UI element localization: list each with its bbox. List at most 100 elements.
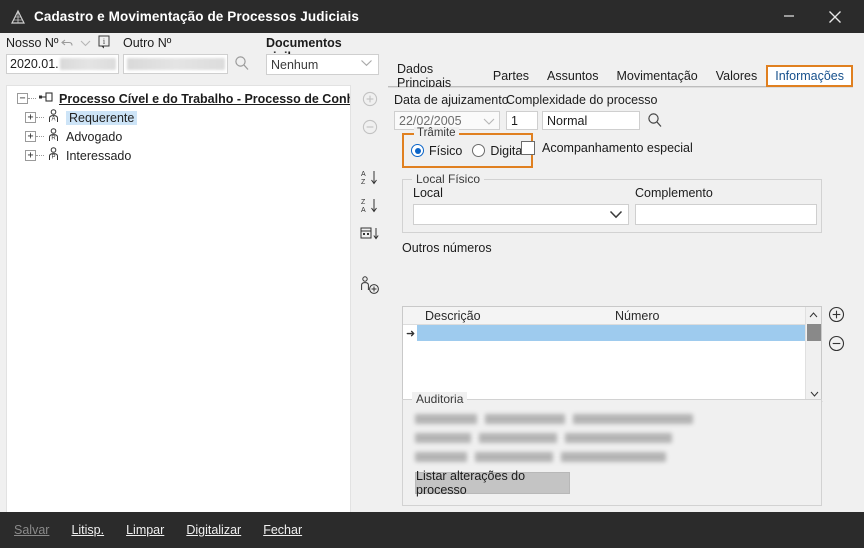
auditoria-line-1 (415, 414, 693, 424)
grid-header-row: Descrição Número (403, 307, 821, 325)
parties-tree-panel[interactable]: − Processo Cível e do Trabalho - Process… (6, 85, 351, 515)
outros-numeros-add-button[interactable] (828, 306, 845, 326)
outro-numero-redacted (127, 58, 225, 70)
acompanhamento-especial-label: Acompanhamento especial (542, 141, 693, 155)
tramite-fisico-label: Físico (429, 143, 463, 158)
salvar-button[interactable]: Salvar (14, 523, 49, 537)
tramite-digital-label: Digital (490, 143, 526, 158)
tab-label: Dados Principais (397, 62, 452, 90)
complexidade-desc-value: Normal (547, 113, 588, 128)
listar-alteracoes-label: Listar alterações do processo (416, 469, 526, 497)
tree-item-expander[interactable]: + (25, 131, 36, 142)
documentos-sigilosos-value: Nenhum (271, 57, 319, 72)
sort-az-button[interactable]: A Z (358, 165, 382, 189)
informacoes-panel: Data de ajuizamento 22/02/2005 Complexid… (388, 87, 853, 519)
tab-label: Movimentação (616, 69, 698, 83)
tab-movimentacao[interactable]: Movimentação (607, 66, 707, 87)
acompanhamento-especial-checkbox[interactable] (521, 141, 535, 155)
limpar-button[interactable]: Limpar (126, 523, 164, 537)
search-icon[interactable] (234, 55, 250, 74)
undo-icon[interactable] (61, 37, 74, 52)
auditoria-line-2 (415, 433, 672, 443)
tree-item-expander[interactable]: + (25, 112, 36, 123)
grid-column-numero: Número (615, 308, 660, 323)
svg-text:Z: Z (361, 199, 366, 206)
documentos-sigilosos-select[interactable]: Nenhum (266, 54, 379, 75)
process-node-icon (39, 91, 53, 106)
scroll-thumb[interactable] (807, 324, 821, 341)
complexidade-code-input[interactable]: 1 (506, 111, 538, 130)
tab-assuntos[interactable]: Assuntos (538, 66, 608, 87)
tree-item-expander[interactable]: + (25, 150, 36, 161)
application-window: Cadastro e Movimentação de Processos Jud… (0, 0, 864, 548)
litisp-button[interactable]: Litisp. (71, 523, 104, 537)
tree-connector (36, 117, 44, 118)
auditoria-lines (403, 400, 821, 462)
nosso-numero-input[interactable]: 2020.01. (6, 54, 119, 74)
minimize-button[interactable] (766, 0, 812, 33)
tramite-fisico-radio[interactable] (411, 144, 424, 157)
tree-item-label: Requerente (66, 110, 138, 125)
tab-label: Informações (775, 69, 844, 83)
auditoria-line-3 (415, 452, 666, 462)
pyramid-icon (10, 9, 26, 25)
tab-informacoes[interactable]: Informações (766, 65, 853, 87)
sort-za-button[interactable]: Z A (358, 193, 382, 217)
tree-item-requerente[interactable]: + A Requerente (7, 108, 350, 127)
tab-dados-principais[interactable]: Dados Principais (388, 62, 484, 90)
fechar-button[interactable]: Fechar (263, 523, 302, 537)
tree-connector (36, 155, 44, 156)
tab-label: Valores (715, 69, 758, 83)
person-p-icon: P (47, 147, 60, 164)
complemento-input[interactable] (635, 204, 817, 225)
title-bar: Cadastro e Movimentação de Processos Jud… (0, 0, 864, 33)
chevron-down-icon[interactable] (80, 39, 91, 50)
tree-item-interessado[interactable]: + P Interessado (7, 146, 350, 165)
tab-bar: Dados Principais Partes Assuntos Movimen… (388, 62, 853, 90)
local-label: Local (413, 186, 443, 200)
tab-label: Assuntos (547, 69, 599, 83)
row-indicator-icon: ➜ (406, 328, 416, 340)
tree-item-label: Advogado (66, 129, 123, 144)
auditoria-group: Auditoria Listar alterações do processo (402, 392, 822, 506)
top-form-strip: Nosso Nº i 2020.01. Outro Nº Documentos … (0, 33, 386, 81)
info-icon[interactable]: i (98, 35, 110, 49)
bottom-toolbar: Salvar Litisp. Limpar Digitalizar Fechar (0, 512, 864, 548)
outros-numeros-remove-button[interactable] (828, 335, 845, 355)
auditoria-legend: Auditoria (412, 392, 468, 406)
complexidade-code-value: 1 (511, 113, 518, 128)
scroll-up-icon[interactable] (806, 307, 821, 323)
add-party-button[interactable] (358, 87, 382, 111)
tree-root-row[interactable]: − Processo Cível e do Trabalho - Process… (7, 89, 350, 108)
data-ajuizamento-value: 22/02/2005 (399, 113, 462, 128)
svg-text:i: i (103, 37, 106, 46)
outros-numeros-label: Outros números (402, 241, 492, 255)
tab-partes[interactable]: Partes (483, 66, 539, 87)
outro-numero-input[interactable] (123, 54, 228, 74)
tree-connector (36, 136, 44, 137)
grid-vertical-scrollbar[interactable] (805, 307, 821, 402)
tab-valores[interactable]: Valores (706, 66, 767, 87)
remove-party-button[interactable] (358, 115, 382, 139)
local-select[interactable] (413, 204, 629, 225)
tramite-group: Trâmite Físico Digital (402, 127, 533, 168)
local-fisico-legend: Local Físico (412, 172, 485, 186)
tramite-legend: Trâmite (414, 127, 459, 139)
table-row[interactable] (417, 325, 805, 341)
listar-alteracoes-button[interactable]: Listar alterações do processo (415, 469, 570, 497)
complexidade-desc-input[interactable]: Normal (542, 111, 640, 130)
tramite-digital-radio[interactable] (472, 144, 486, 157)
svg-text:A: A (51, 117, 55, 123)
window-title: Cadastro e Movimentação de Processos Jud… (34, 9, 359, 24)
acompanhamento-especial-row[interactable]: Acompanhamento especial (521, 141, 693, 155)
close-button[interactable] (812, 0, 858, 33)
add-person-button[interactable] (358, 273, 382, 297)
body-area: Nosso Nº i 2020.01. Outro Nº Documentos … (0, 33, 864, 548)
nosso-numero-redacted (59, 58, 116, 70)
sort-date-button[interactable] (358, 221, 382, 245)
tab-label: Partes (492, 69, 530, 83)
digitalizar-button[interactable]: Digitalizar (186, 523, 241, 537)
tree-root-expander[interactable]: − (17, 93, 28, 104)
search-icon[interactable] (647, 112, 663, 131)
tree-item-advogado[interactable]: + R Advogado (7, 127, 350, 146)
